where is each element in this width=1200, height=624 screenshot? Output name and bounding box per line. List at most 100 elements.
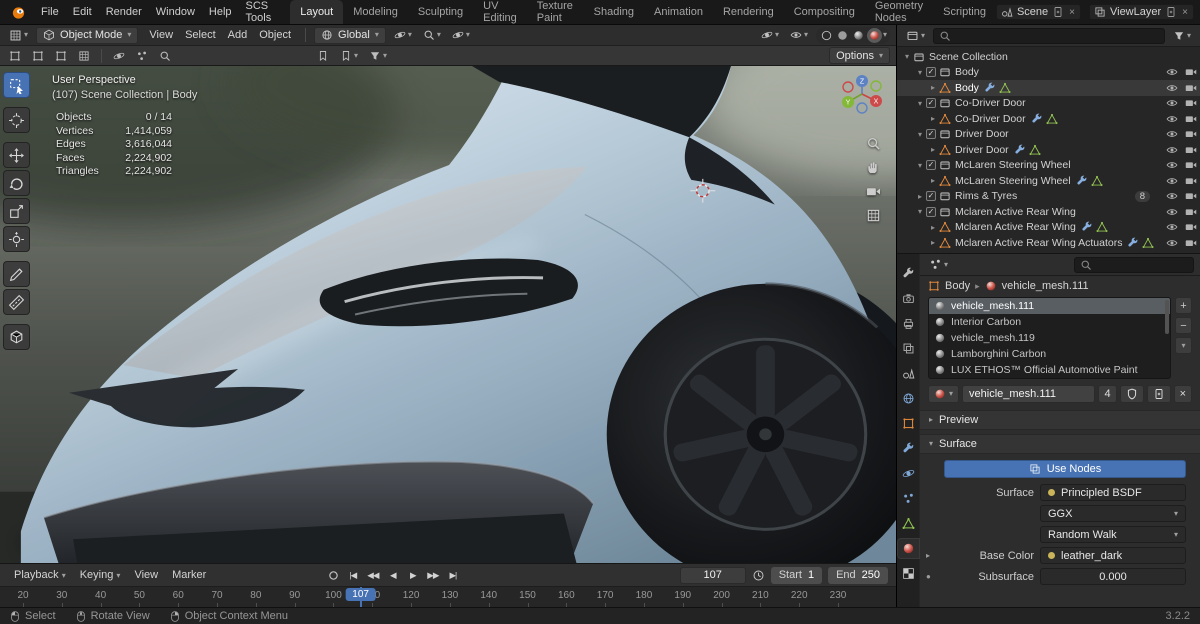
- breadcrumb-object[interactable]: Body: [945, 280, 970, 292]
- snap-toggle[interactable]: ▾: [420, 28, 444, 42]
- search-button[interactable]: [156, 49, 174, 63]
- fake-user-button[interactable]: [1119, 385, 1144, 403]
- properties-tab-render[interactable]: [898, 289, 919, 308]
- remove-slot-button[interactable]: −: [1175, 317, 1192, 334]
- panel-surface-header[interactable]: ▾ Surface: [920, 434, 1200, 454]
- outliner-object-mclaren-active-rear-wing-actuators[interactable]: ▸ Mclaren Active Rear Wing Actuators: [897, 235, 1200, 251]
- disable-render-icon[interactable]: [1185, 128, 1197, 140]
- disable-render-icon[interactable]: [1185, 175, 1197, 187]
- play-button[interactable]: ▶: [403, 567, 422, 583]
- disable-render-icon[interactable]: [1185, 206, 1197, 218]
- transform-gizmo-toggle[interactable]: [6, 49, 24, 63]
- tool-rotate[interactable]: [3, 170, 30, 196]
- subsurface-slider[interactable]: 0.000: [1040, 568, 1186, 585]
- bookmark-button[interactable]: [314, 49, 332, 63]
- use-nodes-button[interactable]: Use Nodes: [944, 460, 1186, 478]
- start-frame-field[interactable]: Start 1: [770, 566, 823, 584]
- editor-type-button[interactable]: ▾: [6, 28, 31, 43]
- tool-annotate[interactable]: [3, 261, 30, 287]
- tool-move[interactable]: [3, 142, 30, 168]
- collection-checkbox[interactable]: ✓: [926, 67, 936, 78]
- workspace-tab-shading[interactable]: Shading: [584, 0, 644, 24]
- material-slot[interactable]: vehicle_mesh.119: [929, 330, 1170, 346]
- workspace-tab-rendering[interactable]: Rendering: [713, 0, 784, 24]
- zoom-icon[interactable]: [866, 136, 881, 151]
- material-name-field[interactable]: vehicle_mesh.111: [962, 385, 1096, 403]
- material-slot[interactable]: Lamborghini Carbon: [929, 346, 1170, 362]
- outliner-object-mclaren-active-rear-wing[interactable]: ▸ Mclaren Active Rear Wing: [897, 220, 1200, 236]
- navigation-gizmo[interactable]: Z X Y: [838, 74, 886, 125]
- material-slot[interactable]: Interior Carbon: [929, 314, 1170, 330]
- snap-options-button[interactable]: [110, 49, 128, 63]
- hide-viewport-icon[interactable]: [1166, 237, 1178, 249]
- show-gizmo-toggle[interactable]: ▾: [758, 28, 782, 42]
- properties-tab-particles[interactable]: [898, 489, 919, 508]
- subsurface-method-dropdown[interactable]: Random Walk ▾: [1040, 526, 1186, 543]
- tool-add-cube[interactable]: [3, 324, 30, 350]
- auto-keying-toggle[interactable]: [325, 567, 342, 583]
- disclosure-icon[interactable]: ▾: [901, 52, 913, 61]
- tool-measure[interactable]: [3, 289, 30, 315]
- viewport-menu-select[interactable]: Select: [179, 28, 222, 42]
- collection-checkbox[interactable]: ✓: [926, 129, 936, 140]
- outliner-filter-button[interactable]: ▾: [1170, 29, 1194, 43]
- outliner-collection-body[interactable]: ▾ ✓ Body: [897, 65, 1200, 81]
- new-material-button[interactable]: [1146, 385, 1171, 403]
- menubar-item-edit[interactable]: Edit: [66, 0, 99, 24]
- hide-viewport-icon[interactable]: [1166, 190, 1178, 202]
- add-slot-button[interactable]: +: [1175, 297, 1192, 314]
- timeline-menu-marker[interactable]: Marker: [166, 568, 212, 582]
- jump-start-button[interactable]: |◀: [343, 567, 362, 583]
- hide-viewport-icon[interactable]: [1166, 97, 1178, 109]
- outliner-collection-driver-door[interactable]: ▾ ✓ Driver Door: [897, 127, 1200, 143]
- menubar-item-file[interactable]: File: [34, 0, 66, 24]
- hide-viewport-icon[interactable]: [1166, 221, 1178, 233]
- gizmo-rotate-toggle[interactable]: [29, 49, 47, 63]
- disclosure-icon[interactable]: ▸: [927, 176, 939, 185]
- scene-selector[interactable]: Scene ×: [995, 4, 1081, 20]
- end-frame-field[interactable]: End 250: [828, 566, 888, 584]
- disclosure-icon[interactable]: ▸: [927, 223, 939, 232]
- outliner-collection-rims-tyres[interactable]: ▸ ✓ Rims & Tyres 8: [897, 189, 1200, 205]
- disclosure-icon[interactable]: ▸: [927, 83, 939, 92]
- material-slot[interactable]: LUX ETHOS™ Official Automotive Paint: [929, 362, 1170, 378]
- workspace-tab-sculpting[interactable]: Sculpting: [408, 0, 473, 24]
- bookmark2-button[interactable]: ▾: [337, 49, 361, 63]
- disclosure-icon[interactable]: ▾: [914, 68, 926, 77]
- toggle-grid-icon[interactable]: [866, 208, 881, 223]
- collection-checkbox[interactable]: ✓: [926, 206, 936, 217]
- viewport-3d[interactable]: User Perspective (107) Scene Collection …: [0, 66, 896, 563]
- menubar-item-help[interactable]: Help: [202, 0, 239, 24]
- outliner-collection-co-driver-door[interactable]: ▾ ✓ Co-Driver Door: [897, 96, 1200, 112]
- workspace-tab-geometry-nodes[interactable]: Geometry Nodes: [865, 0, 933, 24]
- disable-render-icon[interactable]: [1185, 159, 1197, 171]
- disable-render-icon[interactable]: [1185, 190, 1197, 202]
- breadcrumb-data[interactable]: vehicle_mesh.111: [1002, 280, 1089, 292]
- disable-render-icon[interactable]: [1185, 237, 1197, 249]
- prev-key-button[interactable]: ◀◀: [363, 567, 382, 583]
- base-color-button[interactable]: leather_dark: [1040, 547, 1186, 564]
- disclosure-icon[interactable]: ▾: [914, 161, 926, 170]
- workspace-tab-layout[interactable]: Layout: [290, 0, 344, 24]
- disable-render-icon[interactable]: [1185, 113, 1197, 125]
- disclosure-icon[interactable]: ▾: [914, 130, 926, 139]
- timeline-menu-keying[interactable]: Keying ▾: [74, 568, 127, 582]
- properties-tab-viewlayer[interactable]: [898, 339, 919, 358]
- expand-icon[interactable]: ▸: [926, 551, 938, 560]
- mode-dropdown[interactable]: Object Mode ▾: [36, 26, 139, 44]
- timeline-menu-view[interactable]: View: [128, 568, 164, 582]
- outliner-search-input[interactable]: [933, 27, 1165, 44]
- gizmo-extra-toggle[interactable]: [75, 49, 93, 63]
- properties-tab-output[interactable]: [898, 314, 919, 333]
- outliner-collection-scene-collection[interactable]: ▾ Scene Collection: [897, 49, 1200, 65]
- outliner-object-driver-door[interactable]: ▸ Driver Door: [897, 142, 1200, 158]
- disclosure-icon[interactable]: ▾: [914, 207, 926, 216]
- orientation-dropdown[interactable]: Global ▾: [314, 26, 386, 44]
- outliner-editor-type-button[interactable]: ▾: [903, 28, 928, 43]
- shading-dropdown-icon[interactable]: ▾: [883, 31, 887, 39]
- users-count-button[interactable]: 4: [1098, 385, 1117, 403]
- disable-render-icon[interactable]: [1185, 221, 1197, 233]
- disable-render-icon[interactable]: [1185, 82, 1197, 94]
- blender-logo-icon[interactable]: [4, 5, 33, 20]
- properties-tab-physics[interactable]: [898, 464, 919, 483]
